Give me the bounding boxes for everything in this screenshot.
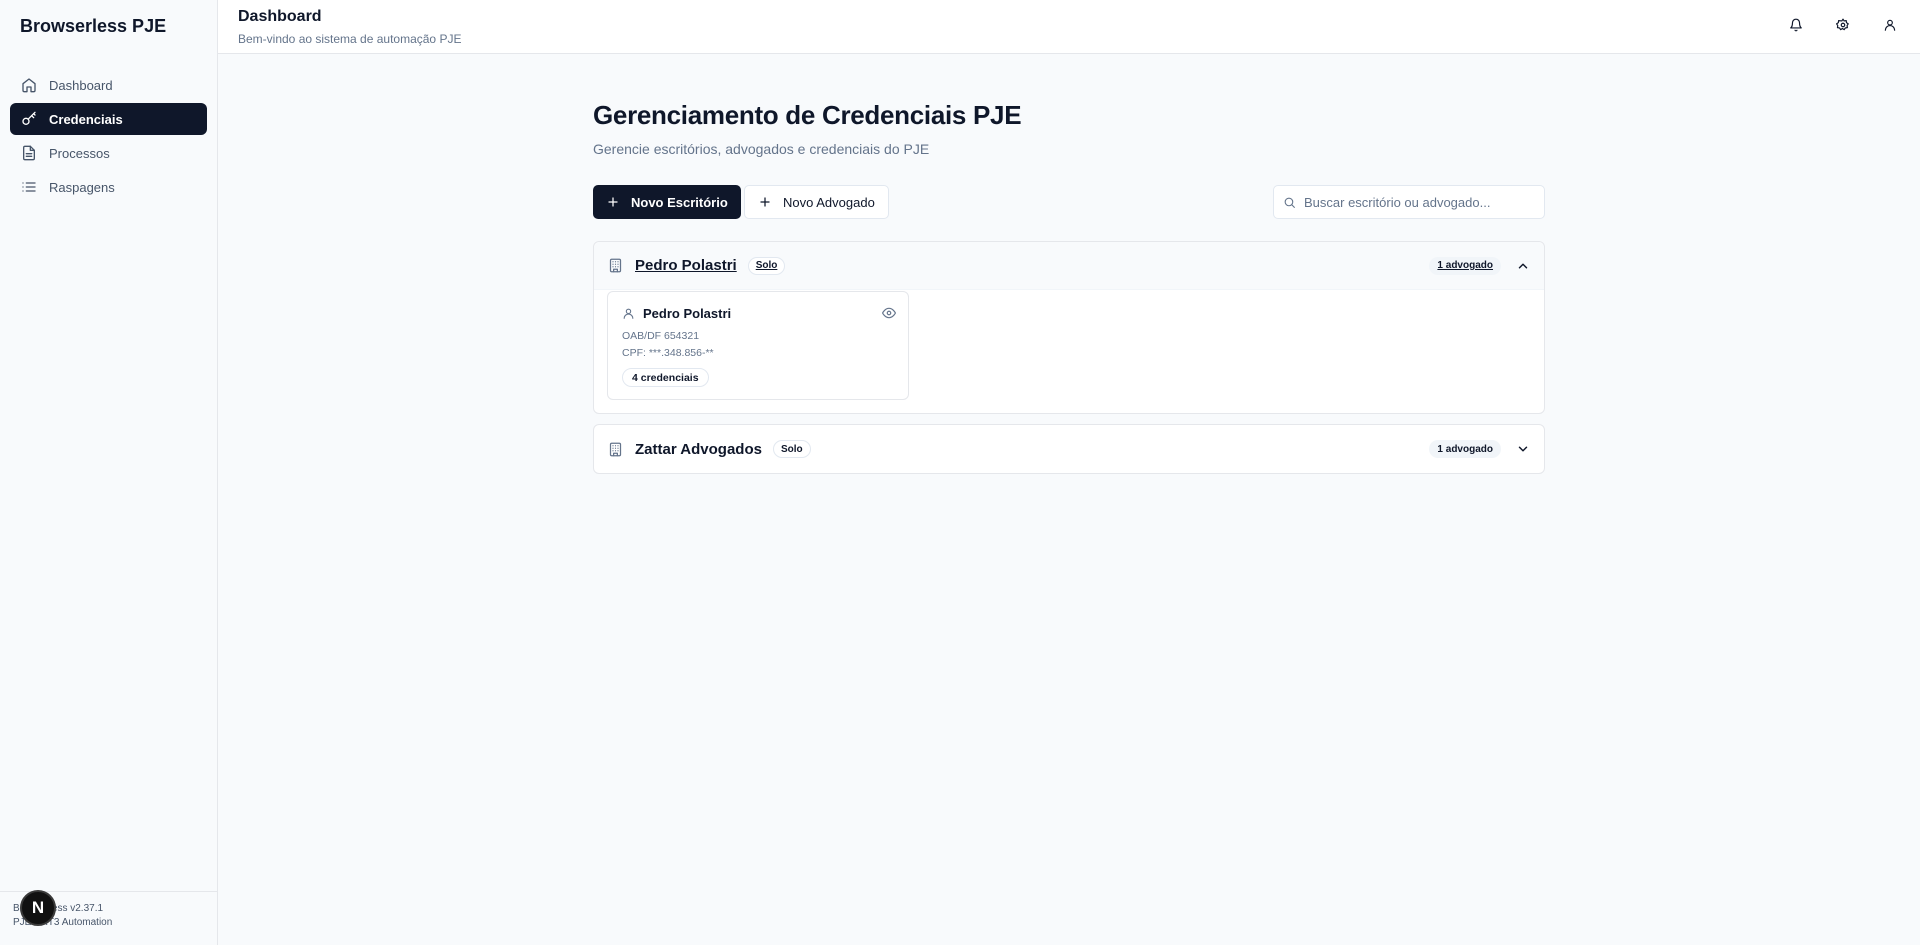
office-card: Zattar Advogados Solo 1 advogado <box>593 424 1545 474</box>
section-subtitle: Gerencie escritórios, advogados e creden… <box>593 141 930 157</box>
office-name[interactable]: Zattar Advogados <box>635 441 762 458</box>
plus-icon <box>760 197 770 207</box>
office-card: Pedro Polastri Solo 1 advogado Pedro Pol… <box>593 241 1545 414</box>
eye-icon[interactable] <box>882 306 896 320</box>
page-subtitle: Bem-vindo ao sistema de automação PJE <box>238 32 462 46</box>
header-actions <box>1786 15 1900 35</box>
sidebar-item-credenciais[interactable]: Credenciais <box>10 103 207 135</box>
office-type-badge: Solo <box>747 256 786 275</box>
settings-icon <box>1836 18 1849 31</box>
sidebar-item-label: Processos <box>49 145 110 161</box>
plus-icon <box>608 197 618 207</box>
list-icon <box>22 182 36 192</box>
main-content: Gerenciamento de Credenciais PJE Gerenci… <box>593 100 1545 219</box>
lawyer-count-badge: 1 advogado <box>1429 256 1501 275</box>
chevron-up-icon[interactable] <box>1516 259 1530 273</box>
search-icon <box>1284 197 1295 208</box>
sidebar-item-raspagens[interactable]: Raspagens <box>10 171 207 203</box>
user-icon <box>623 308 634 319</box>
building-icon <box>609 442 622 456</box>
sidebar-item-label: Raspagens <box>49 179 115 195</box>
user-menu-button[interactable] <box>1880 15 1900 35</box>
bell-icon <box>1790 18 1802 32</box>
settings-button[interactable] <box>1833 15 1853 35</box>
lawyer-card[interactable]: Pedro Polastri OAB/DF 654321 CPF: ***.34… <box>607 291 909 400</box>
sidebar-nav: Dashboard Credenciais Processos Raspagen… <box>0 53 217 203</box>
search-input[interactable] <box>1304 194 1524 210</box>
section-title: Gerenciamento de Credenciais PJE <box>593 100 1022 130</box>
sidebar-item-dashboard[interactable]: Dashboard <box>10 69 207 101</box>
dev-tools-badge[interactable]: N <box>20 890 56 926</box>
new-lawyer-button[interactable]: Novo Advogado <box>744 185 889 219</box>
sidebar-item-label: Dashboard <box>49 77 113 93</box>
lawyer-oab: OAB/DF 654321 <box>622 330 700 342</box>
app-brand: Browserless PJE <box>20 16 167 36</box>
sidebar-item-label: Credenciais <box>49 111 123 127</box>
new-office-label: Novo Escritório <box>631 194 728 210</box>
office-type-badge: Solo <box>772 440 811 458</box>
home-icon <box>22 78 36 93</box>
new-lawyer-label: Novo Advogado <box>783 194 875 210</box>
top-header: Dashboard Bem-vindo ao sistema de automa… <box>218 0 1920 54</box>
lawyer-count-badge: 1 advogado <box>1429 440 1501 458</box>
key-icon <box>22 111 36 125</box>
lawyer-header: Pedro Polastri <box>622 306 894 321</box>
building-icon <box>609 258 622 273</box>
page-title: Dashboard <box>238 8 322 25</box>
search-box <box>1273 185 1545 219</box>
office-header[interactable]: Pedro Polastri Solo 1 advogado <box>594 242 1544 290</box>
sidebar: Browserless PJE Dashboard Credenciais Pr… <box>0 0 218 945</box>
toolbar: Novo Escritório Novo Advogado <box>593 185 1545 219</box>
chevron-down-icon[interactable] <box>1516 442 1530 456</box>
lawyer-name: Pedro Polastri <box>643 306 732 321</box>
sidebar-item-processos[interactable]: Processos <box>10 137 207 169</box>
lawyer-cpf: CPF: ***.348.856-** <box>622 347 714 359</box>
office-header[interactable]: Zattar Advogados Solo 1 advogado <box>594 425 1544 473</box>
credentials-badge: 4 credenciais <box>622 368 709 387</box>
user-icon <box>1884 19 1896 31</box>
office-name[interactable]: Pedro Polastri <box>635 257 737 274</box>
notifications-button[interactable] <box>1786 15 1806 35</box>
file-icon <box>23 145 35 161</box>
lawyer-details: OAB/DF 654321 CPF: ***.348.856-** <box>622 328 894 362</box>
new-office-button[interactable]: Novo Escritório <box>593 185 741 219</box>
